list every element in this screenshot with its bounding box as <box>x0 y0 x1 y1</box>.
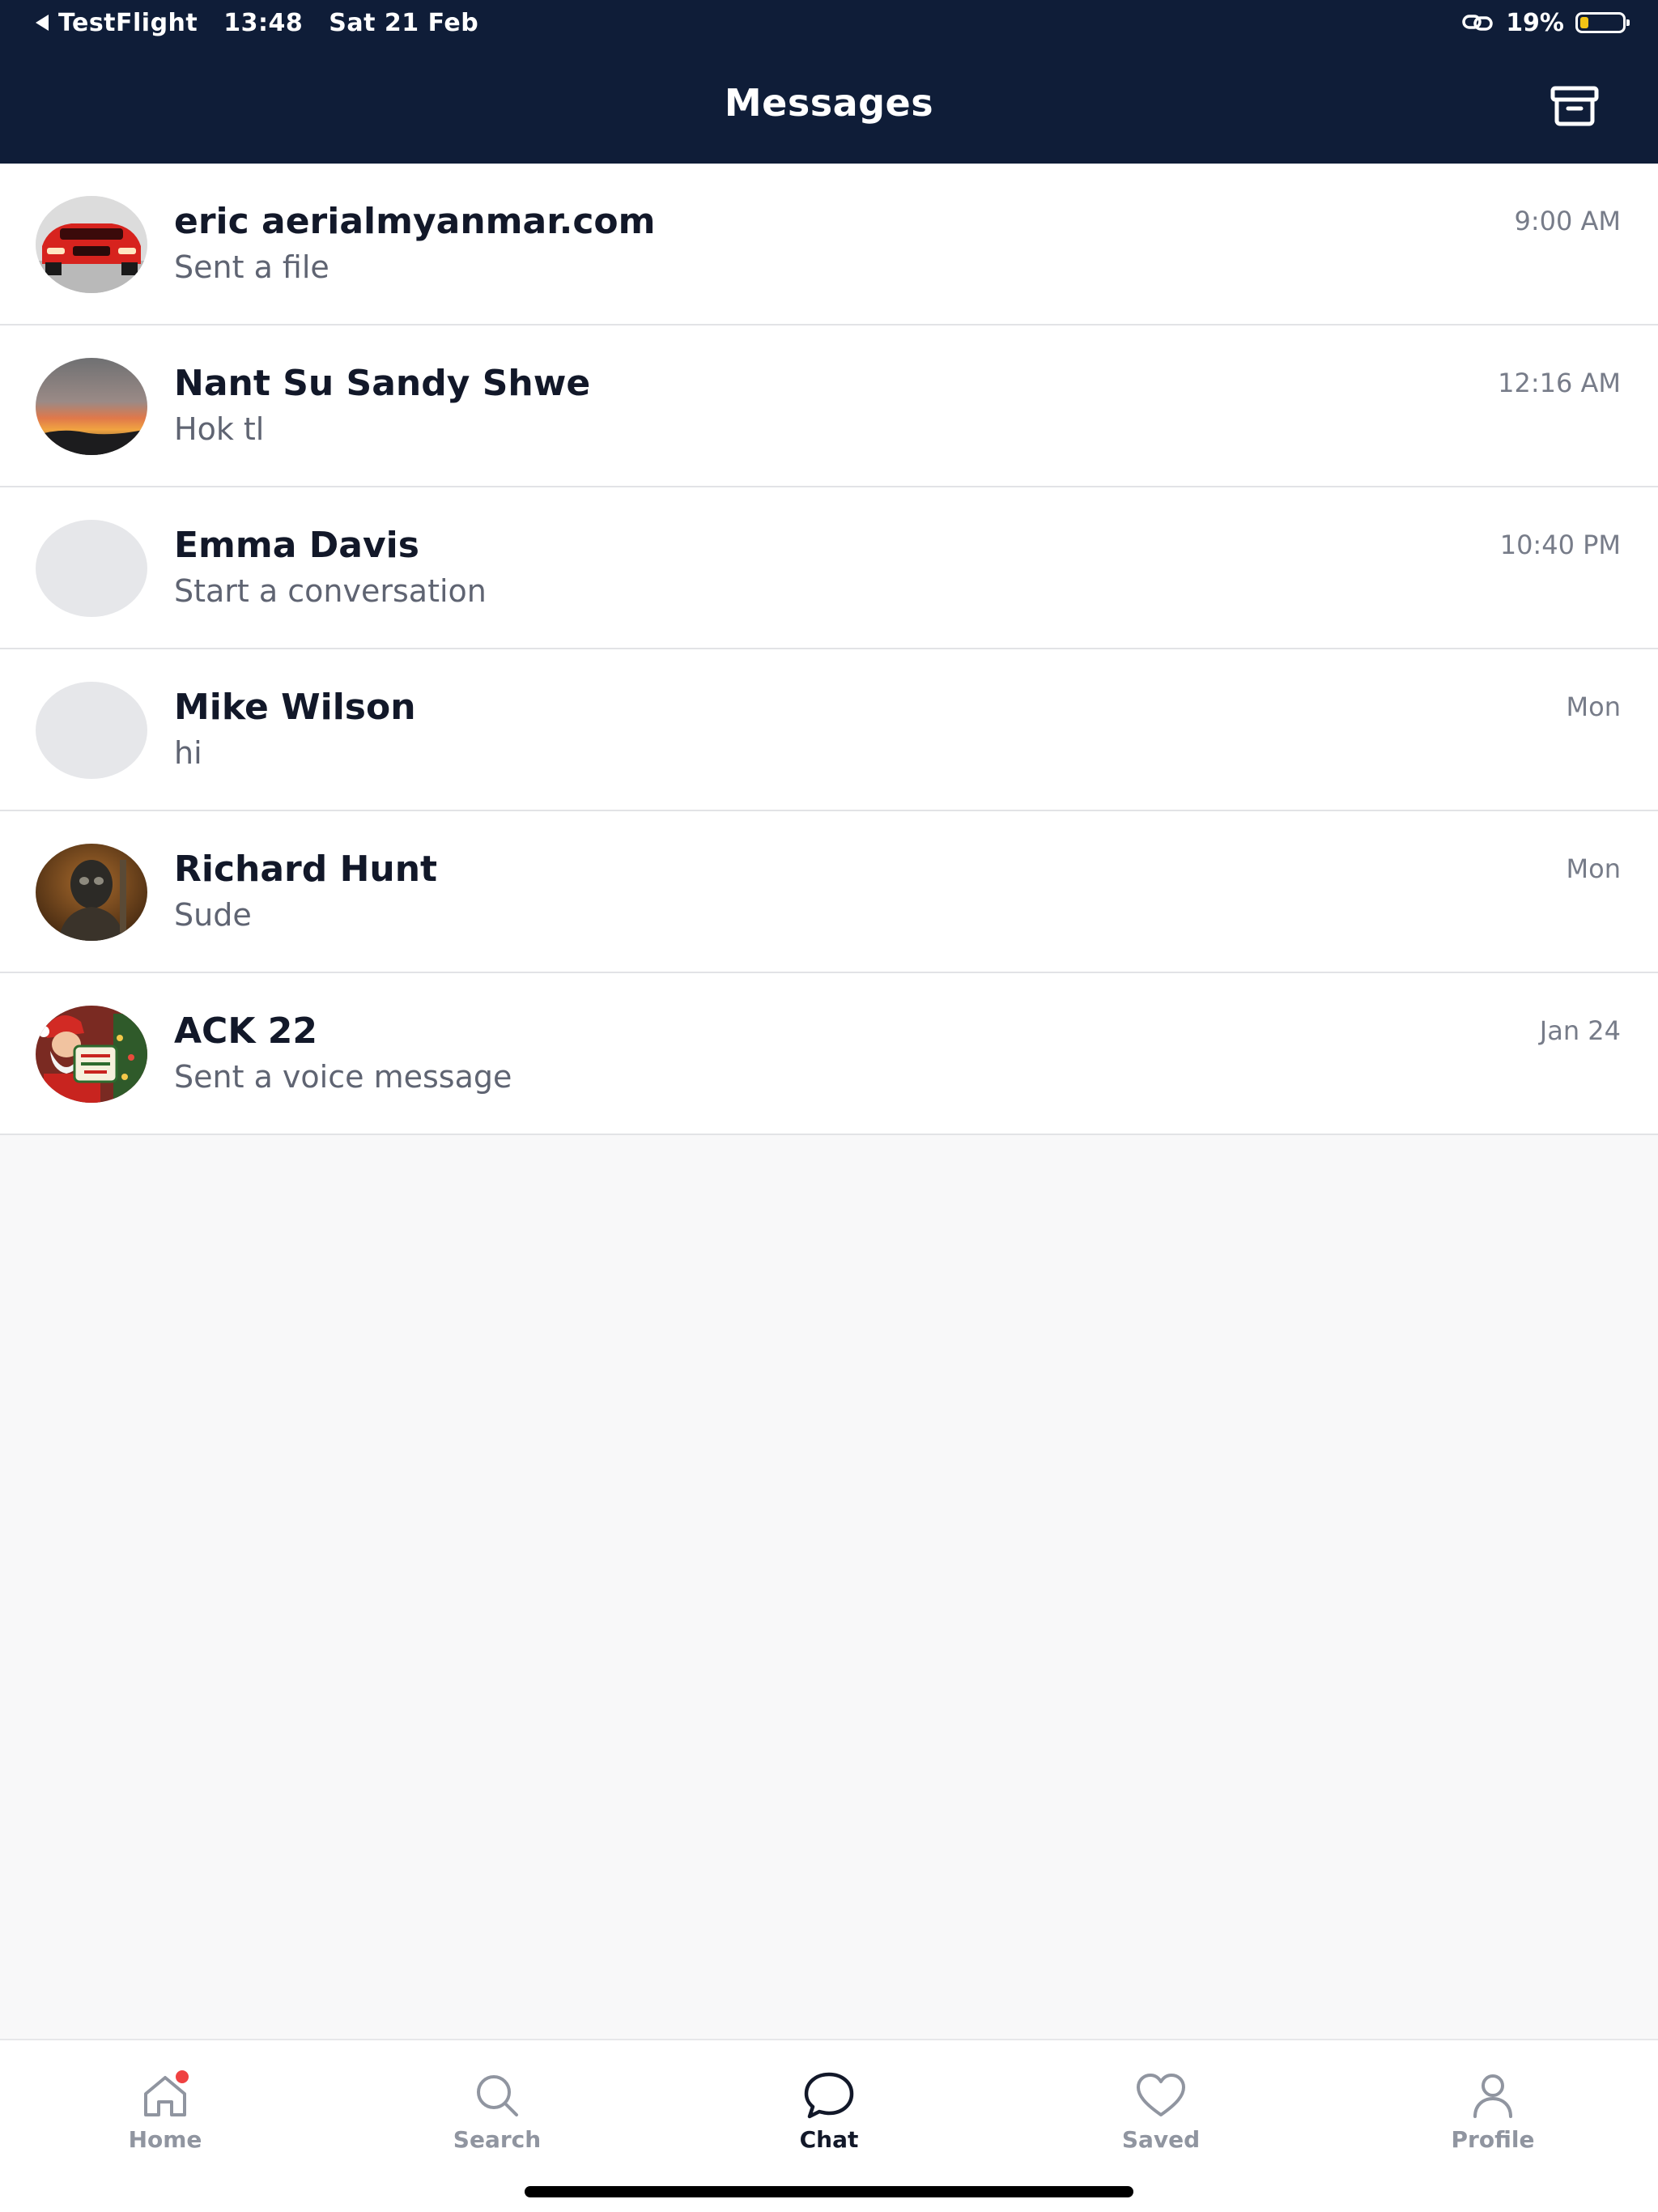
conversation-row[interactable]: Emma Davis Start a conversation 10:40 PM <box>0 487 1658 649</box>
conversation-time: 12:16 AM <box>1498 368 1621 398</box>
tab-saved[interactable]: Saved <box>1072 2069 1250 2165</box>
conversation-preview: Sude <box>174 897 252 933</box>
avatar[interactable] <box>36 1006 147 1103</box>
person-icon <box>1467 2069 1519 2121</box>
conversation-time: 10:40 PM <box>1499 530 1621 560</box>
avatar-placeholder[interactable] <box>36 520 147 617</box>
tab-chat[interactable]: Chat <box>740 2069 918 2165</box>
chat-bubble-icon <box>803 2069 855 2121</box>
conversation-preview: Start a conversation <box>174 573 487 609</box>
conversation-preview: Sent a file <box>174 249 329 285</box>
search-icon <box>471 2069 523 2121</box>
conversation-name: Nant Su Sandy Shwe <box>174 363 591 404</box>
red-car-photo <box>36 196 147 293</box>
archive-icon <box>1550 86 1599 126</box>
heart-icon <box>1135 2069 1187 2121</box>
conversation-time: 9:00 AM <box>1514 206 1621 236</box>
conversation-preview: hi <box>174 735 202 771</box>
tab-label: Profile <box>1451 2126 1535 2153</box>
page-title: Messages <box>724 81 934 125</box>
status-bar-right: 19% <box>1462 6 1630 39</box>
battery-percent: 19% <box>1506 8 1564 37</box>
tab-label: Home <box>128 2126 202 2153</box>
tab-label: Search <box>453 2126 542 2153</box>
conversation-list: eric aerialmyanmar.com Sent a file 9:00 … <box>0 164 1658 1135</box>
tab-label: Chat <box>799 2126 859 2153</box>
conversation-name: Richard Hunt <box>174 849 438 890</box>
sunset-photo <box>36 358 147 455</box>
link-icon <box>1462 15 1493 31</box>
archive-button[interactable] <box>1548 81 1601 131</box>
conversation-row[interactable]: ACK 22 Sent a voice message Jan 24 <box>0 973 1658 1135</box>
avatar[interactable] <box>36 358 147 455</box>
home-icon <box>139 2068 191 2121</box>
battery-icon <box>1575 12 1630 33</box>
conversation-row[interactable]: eric aerialmyanmar.com Sent a file 9:00 … <box>0 164 1658 325</box>
conversation-name: Emma Davis <box>174 525 419 566</box>
conversation-time: Jan 24 <box>1539 1015 1621 1046</box>
conversation-name: ACK 22 <box>174 1010 317 1052</box>
conversation-preview: Sent a voice message <box>174 1059 512 1095</box>
avatar[interactable] <box>36 844 147 941</box>
status-bar-left: TestFlight 13:48 Sat 21 Feb <box>36 6 478 39</box>
conversation-row[interactable]: Nant Su Sandy Shwe Hok tl 12:16 AM <box>0 325 1658 487</box>
tab-label: Saved <box>1121 2126 1201 2153</box>
armored-figure-photo <box>36 844 147 941</box>
tab-home[interactable]: Home <box>76 2068 254 2165</box>
notification-dot <box>173 2068 191 2086</box>
battery-fill <box>1580 17 1588 28</box>
avatar[interactable] <box>36 196 147 293</box>
conversation-preview: Hok tl <box>174 411 265 447</box>
conversation-name: eric aerialmyanmar.com <box>174 201 656 242</box>
conversation-row[interactable]: Mike Wilson hi Mon <box>0 649 1658 811</box>
conversation-name: Mike Wilson <box>174 687 416 728</box>
back-triangle-icon[interactable] <box>36 15 49 31</box>
conversation-time: Mon <box>1566 853 1621 884</box>
status-time: 13:48 <box>223 8 304 37</box>
home-indicator[interactable] <box>525 2186 1133 2197</box>
tab-search[interactable]: Search <box>408 2069 586 2165</box>
santa-photo <box>36 1006 147 1103</box>
status-date: Sat 21 Feb <box>329 8 479 37</box>
conversation-time: Mon <box>1566 691 1621 722</box>
avatar-placeholder[interactable] <box>36 682 147 779</box>
tab-profile[interactable]: Profile <box>1404 2069 1582 2165</box>
back-app-label[interactable]: TestFlight <box>58 9 198 37</box>
header: TestFlight 13:48 Sat 21 Feb 19% Messages <box>0 0 1658 164</box>
conversation-row[interactable]: Richard Hunt Sude Mon <box>0 811 1658 973</box>
